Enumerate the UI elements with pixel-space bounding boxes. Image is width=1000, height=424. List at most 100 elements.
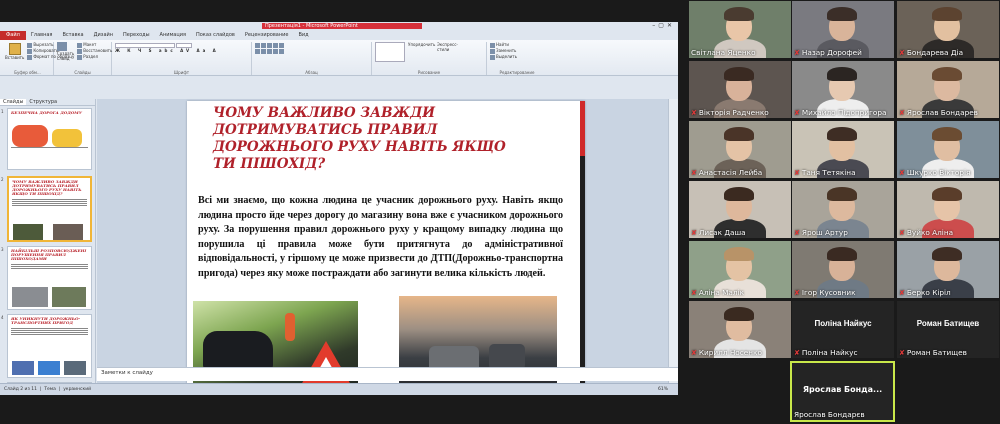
- participant-tile[interactable]: ✘ Бондарева Діа: [897, 1, 999, 58]
- tab-animation[interactable]: Анимация: [155, 31, 191, 40]
- editing-group: Найти Заменить Выделить Редактирование: [487, 42, 547, 75]
- tab-file[interactable]: Файл: [0, 31, 26, 40]
- muted-mic-icon: ✘: [899, 49, 905, 57]
- participant-tile[interactable]: ✘ Таня Тетякіна: [792, 121, 894, 178]
- thumbnail-title: БЕЗПЕЧНА ДОРОГА ДОДОМУ: [11, 110, 82, 115]
- participant-video-hair: [827, 187, 857, 201]
- quick-styles-button[interactable]: Экспресс-стили: [437, 42, 465, 62]
- shapes-gallery[interactable]: [375, 42, 405, 62]
- paragraph-group: Абзац: [252, 42, 372, 75]
- participant-display-name: Ярослав Бонда...: [802, 385, 883, 394]
- vertical-scrollbar[interactable]: [668, 99, 678, 386]
- participant-video-hair: [827, 67, 857, 81]
- muted-mic-icon: ✘: [899, 109, 905, 117]
- participant-name: ✘ Аліна Малік: [691, 288, 744, 297]
- slide-accent-dark: [580, 156, 585, 386]
- slide-thumbnail-2[interactable]: ЧОМУ ВАЖЛИВО ЗАВЖДИ ДОТРИМУВАТИСЬ ПРАВИЛ…: [7, 176, 92, 242]
- slide-thumbnail-3[interactable]: НАЙБІЛЬШ РОЗПОВСЮДЖЕНІ ПОРУШЕННЯ ПРАВИЛ …: [7, 246, 92, 310]
- person-figure: [285, 313, 295, 341]
- participant-name-text: Вікторія Радченко: [698, 108, 769, 117]
- participant-tile[interactable]: ✘ Вуйко Аліна: [897, 181, 999, 238]
- tab-transitions[interactable]: Переходы: [118, 31, 155, 40]
- new-slide-button[interactable]: Создать слайд: [57, 42, 74, 61]
- group-label: Абзац: [305, 70, 318, 75]
- participant-tile[interactable]: ✘ Лисак Даша: [689, 181, 791, 238]
- tab-outline[interactable]: Структура: [26, 99, 60, 105]
- notes-pane[interactable]: Заметки к слайду: [97, 367, 678, 381]
- window-controls[interactable]: –▢✕: [652, 22, 675, 29]
- participant-tile[interactable]: Ярослав Бонда... Ярослав Бондарєв: [790, 361, 895, 422]
- participant-tile[interactable]: ✘ Кирилл Носенко: [689, 301, 791, 358]
- muted-mic-icon: ✘: [794, 109, 800, 117]
- tab-view[interactable]: Вид: [293, 31, 313, 40]
- participant-video-hair: [827, 127, 857, 141]
- participant-tile[interactable]: ✘ Аліна Малік: [689, 241, 791, 298]
- participant-tile[interactable]: ✘ Ярослав Бондарев: [897, 61, 999, 118]
- participant-tile[interactable]: ✘ Вікторія Радченко: [689, 61, 791, 118]
- font-style-buttons[interactable]: Ж К Ч S abc AV Aa A: [115, 48, 248, 54]
- participant-name-text: Берко Кіріл: [906, 288, 951, 297]
- participant-video-hair: [932, 247, 962, 261]
- group-label: Слайды: [74, 70, 91, 75]
- participant-name-text: Ярослав Бондарєв: [794, 410, 865, 419]
- participant-name-text: Анастасія Лейба: [698, 168, 763, 177]
- participant-tile[interactable]: Роман Батищев ✘ Роман Батищев: [897, 301, 999, 358]
- muted-mic-icon: ✘: [691, 289, 697, 297]
- participant-video-hair: [932, 187, 962, 201]
- tab-slideshow[interactable]: Показ слайдов: [191, 31, 240, 40]
- status-bar: Слайд 2 из 11 | Тема | украинский 61%: [0, 383, 678, 395]
- thumbnail-image: [38, 361, 60, 375]
- tab-insert[interactable]: Вставка: [57, 31, 88, 40]
- zoom-meeting-window: Презентація1 - Microsoft PowerPoint –▢✕ …: [0, 0, 1000, 424]
- thumbnail-number: 4: [1, 315, 4, 320]
- clipboard-group: Вставить Вырезать Копировать Формат по о…: [2, 42, 74, 75]
- section-icon: [77, 54, 83, 60]
- participant-display-name: Поліна Найкус: [814, 319, 872, 328]
- participant-name: ✘ Вуйко Аліна: [899, 228, 953, 237]
- tab-design[interactable]: Дизайн: [89, 31, 118, 40]
- thumbnail-image: [12, 287, 48, 307]
- thumbnail-title: ЧОМУ ВАЖЛИВО ЗАВЖДИ ДОТРИМУВАТИСЬ ПРАВИЛ…: [12, 179, 82, 196]
- participant-tile[interactable]: ✘ Анастасія Лейба: [689, 121, 791, 178]
- select-button[interactable]: Выделить: [490, 54, 544, 60]
- layout-icon: [77, 42, 83, 48]
- participant-name-text: Назар Дорофей: [801, 48, 862, 57]
- participant-video-hair: [724, 247, 754, 261]
- zoom-level[interactable]: 61%: [658, 384, 668, 395]
- replace-icon: [490, 48, 495, 54]
- participant-name: ✘ Берко Кіріл: [899, 288, 951, 297]
- drawing-group: Упорядочить Экспресс-стили Рисование: [372, 42, 487, 75]
- align-buttons[interactable]: [255, 48, 368, 54]
- theme-name: Тема: [44, 387, 56, 392]
- participant-tile[interactable]: ✘ Шкурко Вікторія: [897, 121, 999, 178]
- participant-name: ✘ Ярош Артур: [794, 228, 848, 237]
- participant-tile[interactable]: Поліна Найкус ✘ Поліна Найкус: [792, 301, 894, 358]
- slides-group: Создать слайд Макет Восстановить Раздел …: [54, 42, 112, 75]
- paste-button[interactable]: Вставить: [5, 42, 24, 60]
- tab-slides[interactable]: Слайды: [0, 99, 27, 105]
- participant-tile[interactable]: ✘ Ігор Кусовник: [792, 241, 894, 298]
- crashed-car: [203, 331, 273, 371]
- copy-icon: [27, 48, 33, 54]
- muted-mic-icon: ✘: [899, 229, 905, 237]
- tab-review[interactable]: Рецензирование: [240, 31, 294, 40]
- participant-tile[interactable]: ✘ Назар Дорофей: [792, 1, 894, 58]
- section-button[interactable]: Раздел: [77, 54, 112, 60]
- participant-tile[interactable]: ✘ Берко Кіріл: [897, 241, 999, 298]
- thumbnail-image: [13, 224, 43, 240]
- muted-mic-icon: ✘: [794, 169, 800, 177]
- participant-tile[interactable]: ✘ Ярош Артур: [792, 181, 894, 238]
- arrange-button[interactable]: Упорядочить: [408, 42, 435, 62]
- tab-home[interactable]: Главная: [26, 31, 58, 40]
- muted-mic-icon: ✘: [899, 349, 905, 357]
- participant-name-text: Вуйко Аліна: [906, 228, 954, 237]
- participant-tile[interactable]: ✘ Михайло Підопригора: [792, 61, 894, 118]
- participant-name-text: Поліна Найкус: [801, 348, 858, 357]
- slide-thumbnail-4[interactable]: ЯК УНИКНУТИ ДОРОЖНЬО-ТРАНСПОРТНИХ ПРИГОД: [7, 314, 92, 378]
- window-title: Презентація1 - Microsoft PowerPoint: [265, 23, 358, 29]
- participant-tile[interactable]: Світлана Яценко: [689, 1, 791, 58]
- current-slide[interactable]: ЧОМУ ВАЖЛИВО ЗАВЖДИ ДОТРИМУВАТИСЬ ПРАВИЛ…: [187, 101, 585, 386]
- slide-thumbnail-1[interactable]: БЕЗПЕЧНА ДОРОГА ДОДОМУ: [7, 108, 92, 170]
- participant-name-text: Роман Батищев: [906, 348, 967, 357]
- participant-name-text: Шкурко Вікторія: [906, 168, 971, 177]
